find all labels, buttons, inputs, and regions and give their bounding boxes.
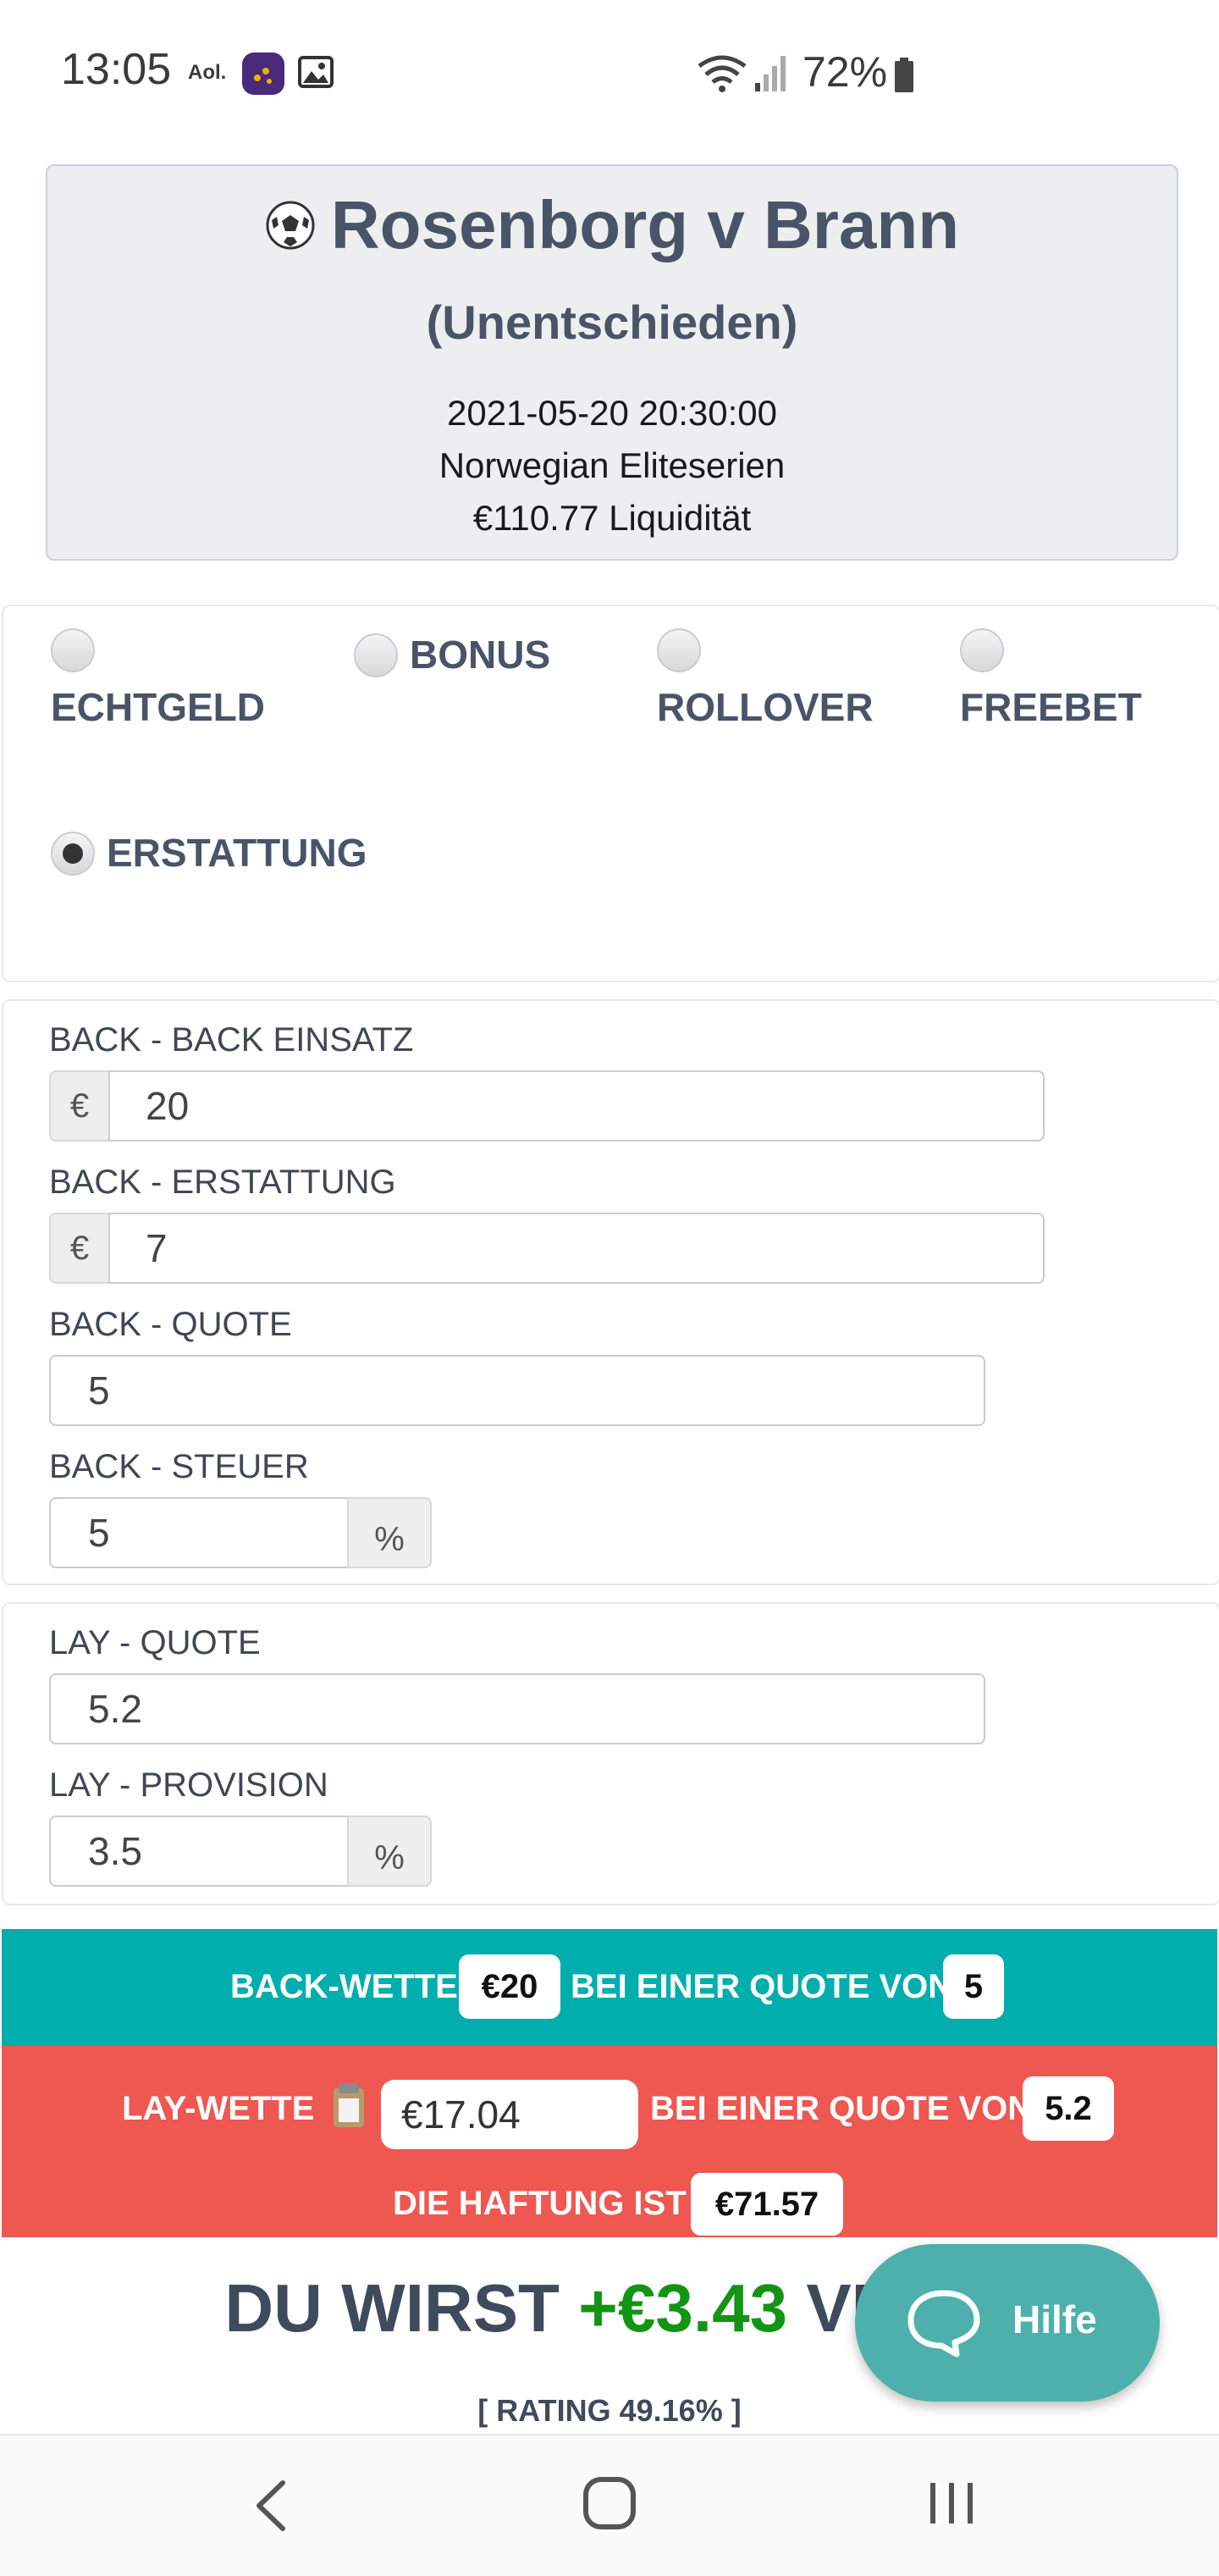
back-tax-input[interactable]: 5 [49, 1497, 350, 1568]
lay-commission-label: LAY - PROVISION [49, 1766, 328, 1804]
lay-liability-label: DIE HAFTUNG IST [393, 2185, 687, 2222]
radio-label-freebet[interactable]: FREEBET [960, 684, 1142, 730]
back-form-panel: BACK - BACK EINSATZ € 20 BACK - ERSTATTU… [2, 999, 1219, 1585]
back-tax-label: BACK - STEUER [49, 1448, 309, 1485]
back-refund-input[interactable]: 7 [108, 1213, 1045, 1284]
event-selection: (Unentschieden) [426, 296, 798, 349]
system-nav-bar [0, 2434, 1219, 2576]
event-liquidity: €110.77 Liquidität [472, 498, 752, 538]
event-title: Rosenborg v Brann [330, 187, 960, 263]
lay-odds-input[interactable]: 5.2 [49, 1673, 985, 1744]
battery-percent: 72% [803, 48, 888, 96]
lay-bet-amount-field[interactable]: €17.04 [381, 2080, 638, 2149]
radio-echtgeld[interactable] [51, 628, 95, 672]
chat-bubble-icon [904, 2286, 984, 2359]
status-time: 13:05 [61, 45, 172, 94]
radio-erstattung[interactable] [51, 832, 95, 876]
back-bet-amount: €20 [459, 1954, 560, 2019]
radio-freebet[interactable] [960, 628, 1004, 672]
profit-prefix: DU WIRST [224, 2270, 560, 2346]
lay-form-panel: LAY - QUOTE 5.2 LAY - PROVISION 3.5 % [2, 1602, 1219, 1905]
help-label: Hilfe [1012, 2297, 1097, 2341]
radio-label-erstattung[interactable]: ERSTATTUNG [107, 830, 367, 876]
wifi-icon [696, 53, 748, 93]
lay-liability-amount: €71.57 [691, 2173, 843, 2236]
radio-label-echtgeld[interactable]: ECHTGELD [51, 684, 265, 730]
back-stake-input[interactable]: 20 [108, 1070, 1045, 1142]
back-stake-currency: € [49, 1070, 110, 1142]
lay-bet-prefix: LAY-WETTE [122, 2090, 315, 2127]
radio-rollover[interactable] [657, 628, 701, 672]
bet-type-panel: ECHTGELD BONUS ROLLOVER FREEBET ERSTATTU… [2, 605, 1219, 982]
profit-amount: +€3.43 [578, 2270, 788, 2346]
radio-label-rollover[interactable]: ROLLOVER [657, 684, 874, 730]
soccer-ball-icon [265, 200, 316, 251]
app-icon [242, 53, 284, 95]
event-datetime: 2021-05-20 20:30:00 [447, 393, 777, 433]
lay-commission-input[interactable]: 3.5 [49, 1816, 350, 1887]
back-odds-input[interactable]: 5 [49, 1355, 985, 1426]
lay-commission-unit: % [347, 1816, 432, 1887]
signal-icon [753, 54, 787, 93]
back-refund-label: BACK - ERSTATTUNG [49, 1164, 396, 1201]
back-icon[interactable] [245, 2476, 298, 2535]
back-refund-currency: € [49, 1213, 110, 1284]
recents-icon[interactable] [924, 2476, 979, 2530]
battery-icon [894, 58, 914, 93]
help-button[interactable]: Hilfe [855, 2244, 1160, 2402]
back-odds-label: BACK - QUOTE [49, 1306, 292, 1343]
event-card: Rosenborg v Brann (Unentschieden) 2021-0… [46, 164, 1178, 561]
lay-odds-label: LAY - QUOTE [49, 1624, 261, 1661]
gallery-icon [298, 56, 334, 88]
event-title-row: Rosenborg v Brann [47, 186, 1177, 264]
back-bet-prefix: BACK-WETTE [230, 1968, 458, 2005]
back-tax-unit: % [347, 1497, 432, 1568]
event-competition: Norwegian Eliteserien [439, 445, 786, 485]
lay-bet-bar: LAY-WETTE €17.04 BEI EINER QUOTE VON 5.2… [2, 2046, 1217, 2237]
back-bet-bar: BACK-WETTE €20 BEI EINER QUOTE VON 5 [2, 1929, 1217, 2046]
radio-bonus[interactable] [354, 633, 398, 677]
back-bet-odds: 5 [943, 1954, 1004, 2019]
clipboard-icon[interactable] [327, 2080, 371, 2131]
lay-bet-middle: BEI EINER QUOTE VON [650, 2090, 1033, 2127]
aol-label: Aol. [188, 61, 227, 84]
home-icon[interactable] [581, 2474, 638, 2532]
back-stake-label: BACK - BACK EINSATZ [49, 1021, 414, 1059]
back-bet-middle: BEI EINER QUOTE VON [571, 1968, 953, 2005]
lay-bet-odds: 5.2 [1023, 2076, 1114, 2141]
radio-label-bonus[interactable]: BONUS [410, 632, 550, 677]
